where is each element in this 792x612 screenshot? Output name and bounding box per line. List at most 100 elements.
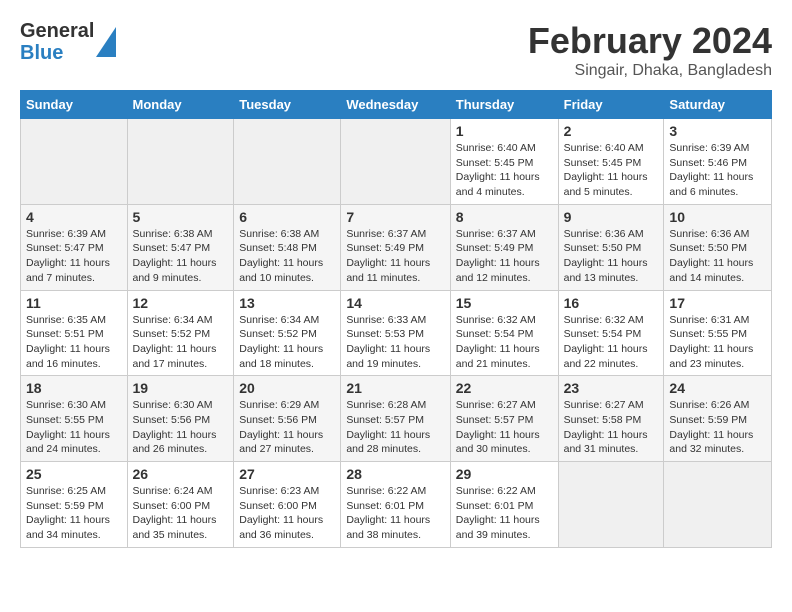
day-cell <box>664 462 772 548</box>
day-number: 23 <box>564 380 659 396</box>
day-header-tuesday: Tuesday <box>234 91 341 119</box>
day-number: 15 <box>456 295 553 311</box>
day-cell: 26 Sunrise: 6:24 AMSunset: 6:00 PMDayligh… <box>127 462 234 548</box>
day-number: 21 <box>346 380 444 396</box>
calendar-table: SundayMondayTuesdayWednesdayThursdayFrid… <box>20 90 772 548</box>
day-number: 20 <box>239 380 335 396</box>
logo-general-text: General <box>20 20 94 42</box>
week-row-3: 11 Sunrise: 6:35 AMSunset: 5:51 PMDayligh… <box>21 290 772 376</box>
day-info: Sunrise: 6:36 AMSunset: 5:50 PMDaylight:… <box>669 227 766 286</box>
day-number: 13 <box>239 295 335 311</box>
day-cell: 10Sunrise: 6:36 AMSunset: 5:50 PMDayligh… <box>664 204 772 290</box>
day-cell: 2 Sunrise: 6:40 AMSunset: 5:45 PMDaylight… <box>558 119 664 205</box>
day-number: 6 <box>239 209 335 225</box>
week-row-5: 25 Sunrise: 6:25 AMSunset: 5:59 PMDayligh… <box>21 462 772 548</box>
day-info: Sunrise: 6:30 AMSunset: 5:56 PMDaylight:… <box>133 398 229 457</box>
day-cell: 28Sunrise: 6:22 AMSunset: 6:01 PMDayligh… <box>341 462 450 548</box>
day-number: 8 <box>456 209 553 225</box>
day-info: Sunrise: 6:32 AMSunset: 5:54 PMDaylight:… <box>456 313 553 372</box>
logo-icon <box>96 27 116 57</box>
day-info: Sunrise: 6:37 AMSunset: 5:49 PMDaylight:… <box>456 227 553 286</box>
day-info: Sunrise: 6:24 AMSunset: 6:00 PMDaylight:… <box>133 484 229 543</box>
day-cell <box>21 119 128 205</box>
day-cell: 22 Sunrise: 6:27 AMSunset: 5:57 PMDayligh… <box>450 376 558 462</box>
day-info: Sunrise: 6:38 AMSunset: 5:48 PMDaylight:… <box>239 227 335 286</box>
day-cell: 13 Sunrise: 6:34 AMSunset: 5:52 PMDayligh… <box>234 290 341 376</box>
day-cell <box>558 462 664 548</box>
day-info: Sunrise: 6:40 AMSunset: 5:45 PMDaylight:… <box>564 141 659 200</box>
day-info: Sunrise: 6:33 AMSunset: 5:53 PMDaylight:… <box>346 313 444 372</box>
day-cell: 18 Sunrise: 6:30 AMSunset: 5:55 PMDayligh… <box>21 376 128 462</box>
day-number: 11 <box>26 295 122 311</box>
day-cell: 8 Sunrise: 6:37 AMSunset: 5:49 PMDaylight… <box>450 204 558 290</box>
calendar-title: February 2024 <box>528 20 772 62</box>
day-number: 22 <box>456 380 553 396</box>
day-number: 19 <box>133 380 229 396</box>
day-number: 17 <box>669 295 766 311</box>
day-header-wednesday: Wednesday <box>341 91 450 119</box>
day-cell: 7Sunrise: 6:37 AMSunset: 5:49 PMDaylight… <box>341 204 450 290</box>
day-header-sunday: Sunday <box>21 91 128 119</box>
day-cell: 25 Sunrise: 6:25 AMSunset: 5:59 PMDayligh… <box>21 462 128 548</box>
day-number: 26 <box>133 466 229 482</box>
day-number: 24 <box>669 380 766 396</box>
day-header-friday: Friday <box>558 91 664 119</box>
day-cell: 27Sunrise: 6:23 AMSunset: 6:00 PMDayligh… <box>234 462 341 548</box>
calendar-subtitle: Singair, Dhaka, Bangladesh <box>528 62 772 80</box>
day-number: 14 <box>346 295 444 311</box>
day-cell: 3Sunrise: 6:39 AMSunset: 5:46 PMDaylight… <box>664 119 772 205</box>
day-number: 7 <box>346 209 444 225</box>
day-info: Sunrise: 6:35 AMSunset: 5:51 PMDaylight:… <box>26 313 122 372</box>
day-number: 28 <box>346 466 444 482</box>
day-number: 18 <box>26 380 122 396</box>
day-cell <box>341 119 450 205</box>
day-info: Sunrise: 6:34 AMSunset: 5:52 PMDaylight:… <box>133 313 229 372</box>
day-header-saturday: Saturday <box>664 91 772 119</box>
week-row-2: 4 Sunrise: 6:39 AMSunset: 5:47 PMDaylight… <box>21 204 772 290</box>
day-cell <box>127 119 234 205</box>
day-number: 27 <box>239 466 335 482</box>
day-number: 1 <box>456 123 553 139</box>
day-number: 2 <box>564 123 659 139</box>
day-cell: 23Sunrise: 6:27 AMSunset: 5:58 PMDayligh… <box>558 376 664 462</box>
week-row-4: 18 Sunrise: 6:30 AMSunset: 5:55 PMDayligh… <box>21 376 772 462</box>
day-number: 5 <box>133 209 229 225</box>
day-info: Sunrise: 6:39 AMSunset: 5:47 PMDaylight:… <box>26 227 122 286</box>
day-header-thursday: Thursday <box>450 91 558 119</box>
day-info: Sunrise: 6:22 AMSunset: 6:01 PMDaylight:… <box>456 484 553 543</box>
day-info: Sunrise: 6:27 AMSunset: 5:57 PMDaylight:… <box>456 398 553 457</box>
day-cell: 1Sunrise: 6:40 AMSunset: 5:45 PMDaylight… <box>450 119 558 205</box>
day-number: 4 <box>26 209 122 225</box>
logo-blue-text: Blue <box>20 42 94 64</box>
day-info: Sunrise: 6:28 AMSunset: 5:57 PMDaylight:… <box>346 398 444 457</box>
day-info: Sunrise: 6:31 AMSunset: 5:55 PMDaylight:… <box>669 313 766 372</box>
day-number: 29 <box>456 466 553 482</box>
day-number: 25 <box>26 466 122 482</box>
day-cell: 5 Sunrise: 6:38 AMSunset: 5:47 PMDaylight… <box>127 204 234 290</box>
day-header-monday: Monday <box>127 91 234 119</box>
day-cell: 17 Sunrise: 6:31 AMSunset: 5:55 PMDayligh… <box>664 290 772 376</box>
day-cell: 4 Sunrise: 6:39 AMSunset: 5:47 PMDaylight… <box>21 204 128 290</box>
day-info: Sunrise: 6:34 AMSunset: 5:52 PMDaylight:… <box>239 313 335 372</box>
day-cell: 16Sunrise: 6:32 AMSunset: 5:54 PMDayligh… <box>558 290 664 376</box>
day-cell: 6 Sunrise: 6:38 AMSunset: 5:48 PMDaylight… <box>234 204 341 290</box>
page-header: General Blue February 2024 Singair, Dhak… <box>20 20 772 80</box>
day-info: Sunrise: 6:25 AMSunset: 5:59 PMDaylight:… <box>26 484 122 543</box>
day-info: Sunrise: 6:29 AMSunset: 5:56 PMDaylight:… <box>239 398 335 457</box>
day-cell: 20 Sunrise: 6:29 AMSunset: 5:56 PMDayligh… <box>234 376 341 462</box>
day-cell: 12 Sunrise: 6:34 AMSunset: 5:52 PMDayligh… <box>127 290 234 376</box>
day-info: Sunrise: 6:38 AMSunset: 5:47 PMDaylight:… <box>133 227 229 286</box>
day-cell: 24 Sunrise: 6:26 AMSunset: 5:59 PMDayligh… <box>664 376 772 462</box>
title-block: February 2024 Singair, Dhaka, Bangladesh <box>528 20 772 80</box>
day-number: 12 <box>133 295 229 311</box>
day-number: 16 <box>564 295 659 311</box>
logo: General Blue <box>20 20 116 64</box>
week-row-1: 1 Sunrise: 6:40 AMSunset: 5:45 PMDaylight… <box>21 119 772 205</box>
day-info: Sunrise: 6:30 AMSunset: 5:55 PMDaylight:… <box>26 398 122 457</box>
day-info: Sunrise: 6:26 AMSunset: 5:59 PMDaylight:… <box>669 398 766 457</box>
day-cell: 9Sunrise: 6:36 AMSunset: 5:50 PMDaylight… <box>558 204 664 290</box>
day-info: Sunrise: 6:36 AMSunset: 5:50 PMDaylight:… <box>564 227 659 286</box>
day-cell: 11 Sunrise: 6:35 AMSunset: 5:51 PMDayligh… <box>21 290 128 376</box>
day-cell: 29 Sunrise: 6:22 AMSunset: 6:01 PMDayligh… <box>450 462 558 548</box>
day-number: 3 <box>669 123 766 139</box>
